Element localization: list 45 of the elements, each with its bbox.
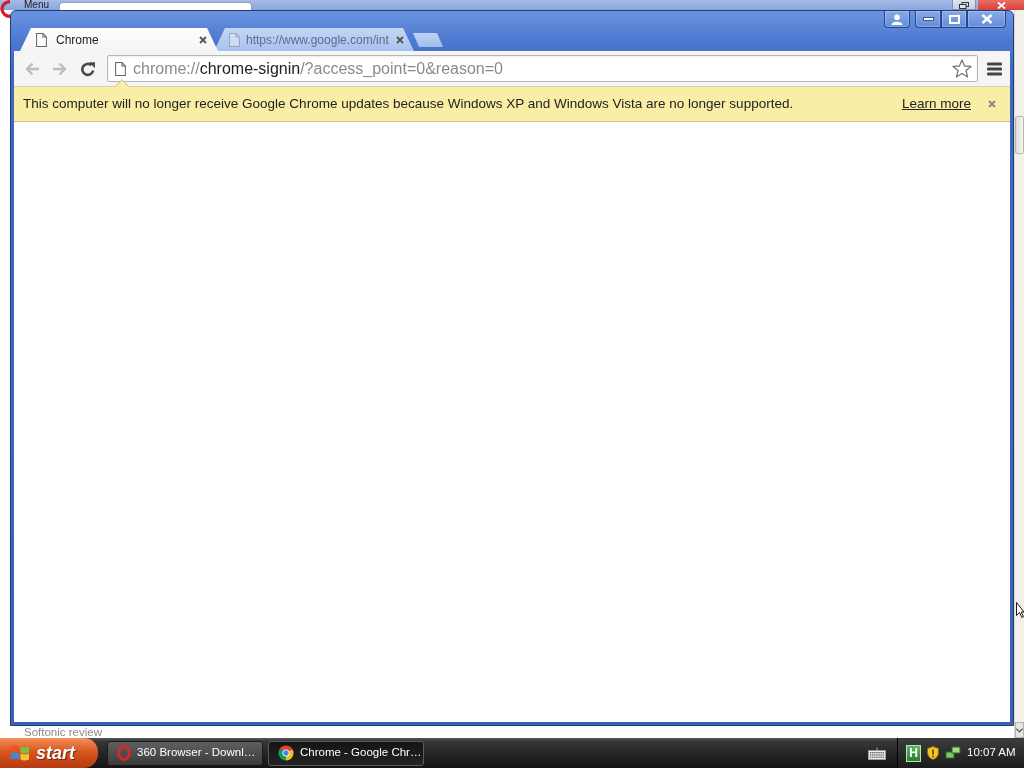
infobar-message: This computer will no longer receive Google Chrome updates because Windows XP and Windows Vista are no longer supported. — [23, 94, 794, 113]
mouse-pointer-icon — [1016, 602, 1024, 618]
maximize-button[interactable] — [941, 11, 967, 28]
tab[interactable]: Chrome — [20, 28, 218, 51]
chevron-down-icon[interactable] — [1016, 727, 1023, 733]
url-text[interactable]: chrome://chrome-signin/?access_point=0&reason=0 — [133, 56, 503, 81]
shield-icon[interactable] — [927, 746, 939, 760]
close-icon[interactable] — [199, 35, 207, 44]
network-icon[interactable] — [945, 746, 961, 760]
scroll-down-button[interactable] — [1015, 722, 1024, 738]
close-icon[interactable] — [396, 35, 404, 44]
address-bar[interactable]: chrome://chrome-signin/?access_point=0&reason=0 — [107, 55, 978, 82]
menu-icon[interactable] — [986, 61, 1002, 76]
ring-icon — [117, 745, 131, 761]
close-icon[interactable] — [988, 100, 996, 108]
minimize-icon — [922, 17, 934, 21]
page-text: Softonic review — [23, 726, 103, 738]
restore-icon[interactable] — [959, 2, 969, 9]
restore-button[interactable] — [952, 0, 976, 10]
clock: 10:07 AM — [967, 745, 1017, 761]
taskbar-button[interactable]: 360 Browser - Downl… — [107, 740, 263, 766]
start-button[interactable]: start — [0, 738, 98, 768]
reload-icon[interactable] — [80, 60, 96, 77]
minimize-button[interactable] — [915, 11, 941, 28]
menu-button[interactable]: Menu — [24, 0, 49, 10]
star-icon[interactable] — [952, 59, 972, 78]
person-icon — [891, 13, 903, 25]
taskbar-button[interactable]: Chrome - Google Chr… — [268, 740, 424, 766]
page-icon — [229, 32, 240, 47]
profile-button[interactable] — [884, 11, 910, 28]
close-button[interactable] — [967, 11, 1006, 28]
keyboard-icon[interactable] — [868, 746, 886, 760]
scrollbar[interactable] — [1014, 10, 1024, 738]
browser-tab[interactable] — [59, 2, 252, 10]
page-icon — [115, 61, 126, 76]
close-button[interactable] — [978, 0, 1024, 10]
ring-icon — [0, 0, 10, 18]
close-icon — [980, 14, 993, 24]
browser-logo-icon — [278, 745, 294, 761]
new-tab-button[interactable] — [413, 33, 443, 47]
learn-more-link[interactable]: Learn more — [901, 93, 971, 115]
scrollbar-thumb[interactable] — [1015, 116, 1024, 154]
page-icon — [36, 32, 47, 47]
flag-icon — [10, 744, 30, 762]
maximize-icon — [948, 14, 960, 24]
